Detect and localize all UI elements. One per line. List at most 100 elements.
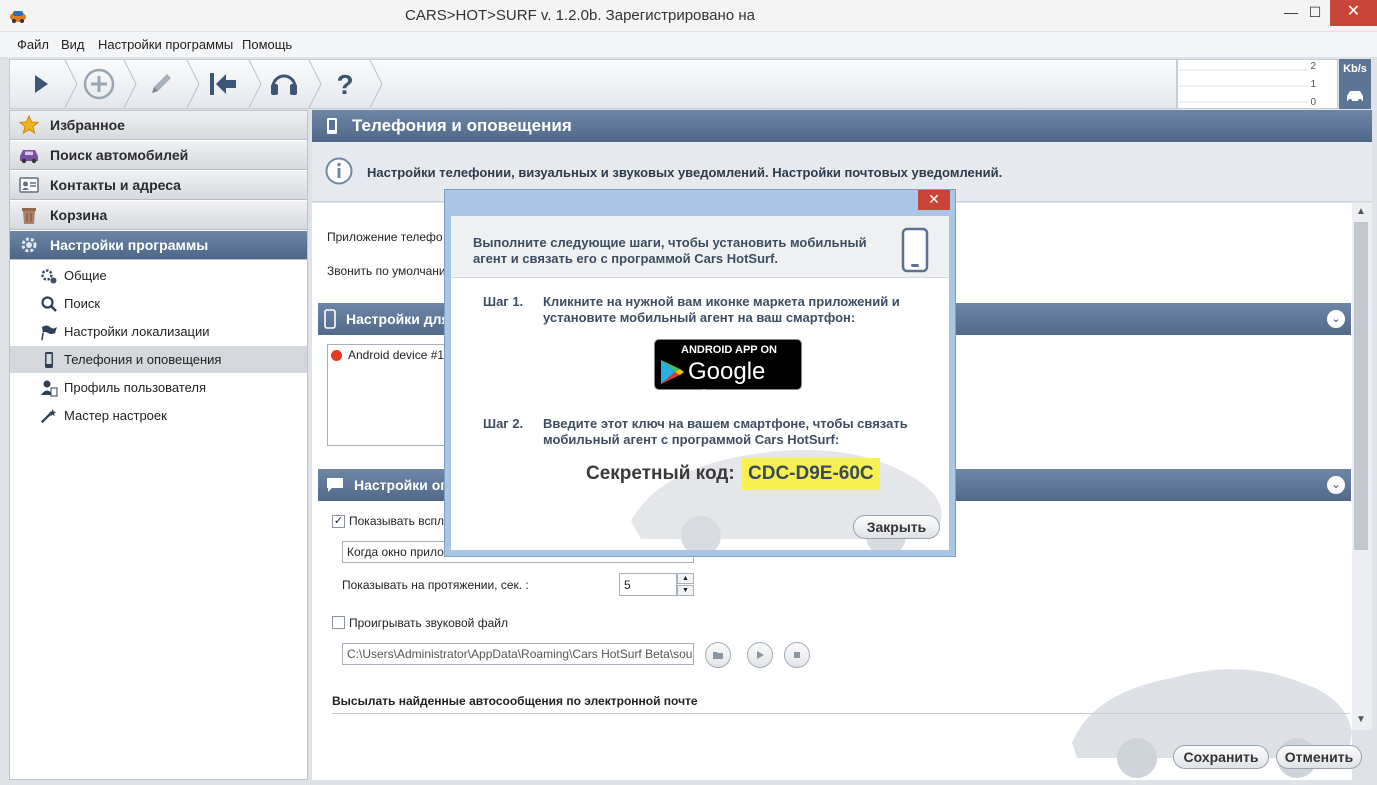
play-sound-button[interactable] — [747, 642, 773, 668]
device-name: Android device #1 — [348, 348, 445, 362]
chat-bubble-icon — [327, 478, 343, 492]
sidebar-item-label: Поиск — [64, 296, 101, 311]
sound-file-path-input[interactable]: C:\Users\Administrator\AppData\Roaming\C… — [342, 643, 694, 665]
back-to-start-icon — [210, 73, 236, 95]
group-title: Настройки опо — [354, 477, 458, 493]
sidebar-item-label: Настройки локализации — [64, 324, 210, 339]
gears-icon — [40, 267, 58, 285]
sidebar-section-trash[interactable]: Корзина — [10, 201, 307, 230]
close-window-button[interactable]: ✕ — [1330, 0, 1377, 26]
play-sound-checkbox[interactable] — [332, 616, 345, 629]
browse-sound-button[interactable] — [705, 642, 731, 668]
sidebar-section-label: Поиск автомобилей — [50, 147, 189, 163]
show-duration-input[interactable]: 5 — [619, 573, 677, 596]
secret-code-label: Секретный код: — [586, 463, 735, 484]
sidebar-item-label: Мастер настроек — [64, 408, 167, 423]
sidebar-section-label: Корзина — [50, 207, 108, 223]
sidebar-item-general[interactable]: Общие — [10, 262, 307, 289]
show-duration-label: Показывать на протяжении, сек. : — [342, 578, 529, 592]
play-button[interactable] — [10, 60, 72, 108]
traffic-scale-label: 0 — [1310, 97, 1316, 108]
show-popup-label: Показывать вспл — [349, 514, 444, 528]
stop-icon — [794, 652, 800, 658]
google-play-badge[interactable]: ANDROID APP ON Google play — [654, 339, 802, 413]
play-sound-label: Проигрывать звуковой файл — [349, 616, 508, 630]
sidebar-item-label: Телефония и оповещения — [64, 352, 222, 367]
menu-program-settings[interactable]: Настройки программы — [98, 37, 233, 52]
stepper-up-button[interactable]: ▲ — [677, 573, 694, 584]
contacts-icon — [18, 174, 40, 196]
cancel-button[interactable]: Отменить — [1276, 745, 1362, 769]
info-icon — [325, 157, 353, 185]
call-default-label: Звонить по умолчани — [327, 264, 446, 278]
toolbar-separator — [369, 60, 383, 108]
step2-text: Введите этот ключ на вашем смартфоне, чт… — [543, 416, 908, 447]
sidebar-section-label: Избранное — [50, 117, 125, 133]
traffic-scale-label: 1 — [1310, 79, 1316, 90]
sidebar-section-label: Контакты и адреса — [50, 177, 181, 193]
store-badge-name: Google play — [688, 358, 766, 413]
help-icon: ? — [336, 69, 353, 99]
sidebar-item-localization[interactable]: Настройки локализации — [10, 318, 307, 345]
dialog-close-x-button[interactable]: ✕ — [918, 190, 950, 210]
user-profile-icon — [40, 379, 58, 397]
add-button[interactable] — [68, 60, 130, 108]
dialog-intro-text: Выполните следующие шаги, чтобы установи… — [473, 235, 867, 266]
collapse-chevron-icon[interactable]: ⌄ — [1327, 476, 1345, 494]
status-dot-icon — [331, 349, 342, 361]
show-popup-checkbox[interactable]: ✓ — [332, 515, 345, 528]
gear-icon — [18, 234, 40, 256]
collapse-chevron-icon[interactable]: ⌄ — [1327, 310, 1345, 328]
secret-code-value: CDC-D9E-60C — [742, 458, 880, 490]
page-description: Настройки телефонии, визуальных и звуков… — [367, 165, 1003, 180]
traffic-unit-label: Kb/s — [1343, 63, 1367, 75]
sidebar-section-favorites[interactable]: Избранное — [10, 111, 307, 140]
group-title: Настройки для — [346, 311, 450, 327]
sidebar-item-label: Профиль пользователя — [64, 380, 207, 395]
sidebar-section-label: Настройки программы — [50, 237, 209, 253]
menu-file[interactable]: Файл — [17, 37, 49, 52]
page-header: Телефония и оповещения — [312, 110, 1372, 142]
scroll-down-icon[interactable]: ▼ — [1354, 714, 1368, 725]
back-to-start-button[interactable] — [192, 60, 254, 108]
scroll-up-icon[interactable]: ▲ — [1354, 206, 1368, 217]
stepper-down-button[interactable]: ▼ — [677, 585, 694, 596]
phone-icon — [324, 309, 336, 329]
support-headset-icon — [271, 74, 297, 95]
menu-help[interactable]: Помощь — [242, 37, 292, 52]
scrollbar-thumb[interactable] — [1354, 222, 1368, 550]
maximize-button[interactable]: ☐ — [1300, 0, 1330, 26]
magic-wand-icon — [40, 407, 58, 425]
email-section-title: Высылать найденные автосообщения по элек… — [332, 694, 698, 708]
sidebar-item-user-profile[interactable]: Профиль пользователя — [10, 374, 307, 401]
sidebar-item-telephony[interactable]: Телефония и оповещения — [10, 346, 307, 373]
stop-sound-button[interactable] — [784, 642, 810, 668]
save-button[interactable]: Сохранить — [1173, 745, 1269, 769]
play-icon — [35, 75, 48, 93]
sidebar-section-car-search[interactable]: Поиск автомобилей — [10, 141, 307, 170]
menu-view[interactable]: Вид — [61, 37, 85, 52]
dialog-close-button[interactable]: Закрыть — [853, 515, 940, 539]
sidebar-section-program-settings[interactable]: Настройки программы — [10, 231, 307, 260]
step1-label: Шаг 1. — [483, 294, 524, 309]
device-item[interactable]: Android device #1 — [331, 348, 444, 362]
page-title: Телефония и оповещения — [352, 116, 572, 135]
trash-icon — [18, 204, 40, 226]
sidebar-section-contacts[interactable]: Контакты и адреса — [10, 171, 307, 200]
help-button[interactable]: ? — [314, 60, 376, 108]
edit-icon — [152, 74, 171, 93]
phone-icon — [327, 118, 337, 134]
section-divider — [332, 713, 1350, 714]
toolbar: ? — [9, 59, 1177, 109]
edit-button[interactable] — [130, 60, 192, 108]
support-button[interactable] — [253, 60, 315, 108]
traffic-scale-label: 2 — [1310, 61, 1316, 72]
phone-app-label: Приложение телефо — [327, 230, 443, 244]
phone-icon — [40, 351, 58, 369]
sidebar-item-setup-wizard[interactable]: Мастер настроек — [10, 402, 307, 429]
sidebar-item-search[interactable]: Поиск — [10, 290, 307, 317]
step1-text: Кликните на нужной вам иконке маркета пр… — [543, 294, 900, 325]
svg-text:?: ? — [336, 69, 353, 99]
car-icon[interactable] — [1344, 88, 1366, 104]
car-search-icon — [18, 144, 40, 166]
